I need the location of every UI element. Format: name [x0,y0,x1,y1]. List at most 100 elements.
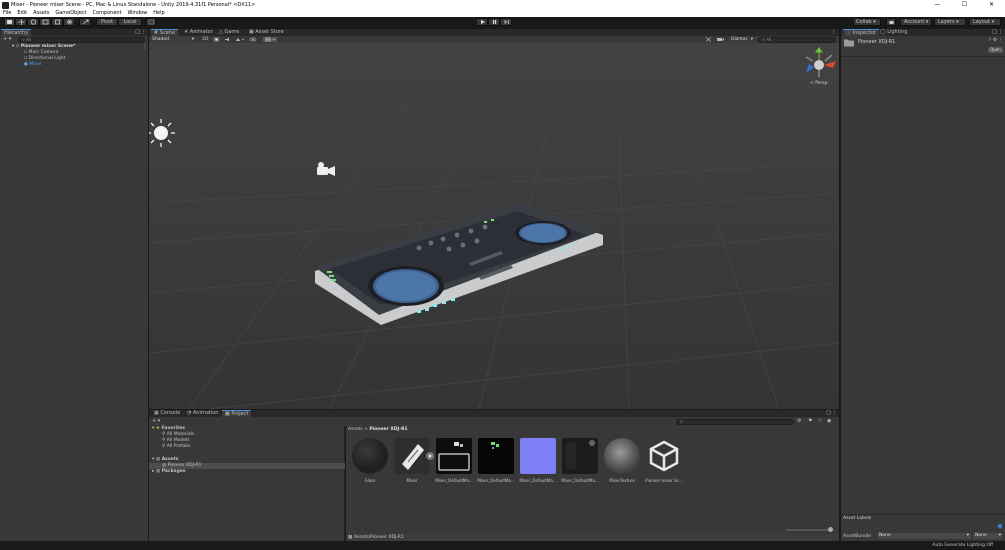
panel-menu-icon[interactable]: ⋮ [141,29,146,36]
orientation-gizmo[interactable] [805,46,836,77]
layers-dropdown[interactable]: Layers ▾ [934,18,966,26]
expand-arrow-icon[interactable]: ▸ [152,469,154,474]
custom-tool-button[interactable] [79,18,91,26]
expand-prefab-button[interactable] [426,452,434,460]
lock-icon[interactable]: □ [135,29,140,36]
scale-tool-button[interactable] [39,18,51,26]
asset-item[interactable]: Mixer_DefaultMa... [477,438,515,483]
favorite-star-icon[interactable]: ☆ [818,418,822,424]
menu-window[interactable]: Window [125,10,151,17]
collab-dropdown[interactable]: Collab ▾ [853,18,881,26]
tab-asset-store[interactable]: ▣ Asset Store [246,29,287,36]
maximize-button[interactable]: ☐ [951,0,978,10]
rotate-tool-button[interactable] [27,18,39,26]
rect-tool-button[interactable] [51,18,63,26]
expand-arrow-icon[interactable]: ▾ [152,426,154,431]
thumbnail-size-slider-handle[interactable] [828,527,833,532]
search-by-label-icon[interactable]: ⚑ [808,418,812,424]
create-dropdown[interactable]: + ▾ [3,36,11,43]
scene-search-input[interactable]: ⚲ All [758,36,836,43]
audio-toggle[interactable] [224,37,231,42]
move-tool-button[interactable] [15,18,27,26]
mixer-model[interactable] [315,203,603,325]
help-icon[interactable]: ? [989,38,991,43]
open-button[interactable]: Open [988,47,1003,53]
pause-button[interactable] [488,18,500,26]
tab-lighting[interactable]: ◯ Lighting [877,29,910,36]
hidden-objects-toggle[interactable] [249,37,261,42]
asset-item[interactable]: Mixer_DefaultMa... [435,438,473,483]
asset-item[interactable]: MixerTexture [603,438,641,483]
step-button[interactable] [500,18,512,26]
play-button[interactable] [476,18,488,26]
more-icon[interactable]: ⋮ [999,38,1004,43]
minimize-button[interactable]: — [924,0,951,10]
account-dropdown[interactable]: Account ▾ [900,18,932,26]
scene-viewport[interactable]: < Persp [149,43,839,409]
tools-settings-button[interactable] [705,37,713,42]
panel-menu-icon[interactable]: ⋮ [998,29,1003,36]
asset-item[interactable]: Pioneer mixer Sc... [645,438,683,483]
menu-file[interactable]: File [0,10,14,17]
menu-help[interactable]: Help [150,10,167,17]
tab-animation[interactable]: ◔ Animation [184,410,221,417]
menu-component[interactable]: Component [90,10,125,17]
assetbundle-variant-dropdown[interactable]: None ▾ [973,533,1003,539]
tab-scene[interactable]: # Scene [151,29,179,36]
effects-dropdown[interactable] [235,37,245,42]
transform-icon [66,19,72,25]
panel-menu-icon[interactable]: ⋮ [832,410,837,417]
hidden-packages-icon[interactable]: ◉ [827,418,831,424]
grid-snap-button[interactable] [146,18,156,26]
directional-light-gizmo[interactable] [149,119,175,147]
asset-item[interactable]: Mixer_DefaultMa... [519,438,557,483]
search-by-type-icon[interactable]: ⚙ [797,418,801,424]
lighting-toggle[interactable] [213,37,220,42]
scene-panel-menu-icon[interactable]: ⋮ [831,29,836,36]
hierarchy-item[interactable]: ● Mixer [24,62,42,68]
favorite-item[interactable]: ⚲ All Prefabs [162,444,190,450]
local-toggle[interactable]: Local [118,18,142,26]
cloud-button[interactable] [886,18,896,26]
asset-item[interactable]: Mixer [393,438,431,483]
layout-dropdown[interactable]: Layout ▾ [969,18,1001,26]
menu-gameobject[interactable]: GameObject [52,10,89,17]
expand-arrow-icon[interactable]: ▾ [12,44,14,49]
menu-assets[interactable]: Assets [30,10,52,17]
tab-game[interactable]: △ Game [216,29,242,36]
tab-inspector[interactable]: ⓘ Inspector [843,29,879,36]
camera-settings-dropdown[interactable] [716,37,728,42]
lock-icon[interactable]: □ [826,410,831,417]
menu-edit[interactable]: Edit [14,10,30,17]
close-button[interactable]: ✕ [978,0,1005,10]
breadcrumb-assets[interactable]: Assets [348,427,363,432]
tab-project[interactable]: ▩ Project [222,410,252,417]
tab-console[interactable]: ▦ Console [151,410,183,417]
tab-hierarchy[interactable]: Hierarchy [1,29,32,36]
project-folder-tree: ▾ ★ Favorites ⚲ All Materials ⚲ All Mode… [149,426,345,541]
tab-animator[interactable]: ✳ Animator [181,29,216,36]
expand-arrow-icon[interactable]: ▾ [152,457,154,462]
hand-tool-button[interactable] [4,18,15,26]
asset-item[interactable]: Glass [351,438,389,483]
hierarchy-search-input[interactable]: ⚲ All [18,36,145,43]
asset-item[interactable]: Mixer_DefaultMa... [561,438,599,483]
packages-folder[interactable]: ▸ ▩ Packages [152,469,186,475]
shading-mode-dropdown[interactable]: Shaded ▾ [150,36,196,43]
assetbundle-dropdown[interactable]: None ▾ [877,533,971,539]
gizmos-dropdown[interactable]: Gizmos ▾ [729,36,755,43]
breadcrumb-current[interactable]: Pioneer XDJ-R1 [369,427,407,432]
create-dropdown[interactable]: + ▾ [152,417,160,426]
grid-toggle[interactable] [263,37,277,42]
camera-gizmo[interactable] [317,162,335,176]
settings-icon[interactable]: ⚙ [993,38,997,43]
lock-icon[interactable]: □ [992,29,997,36]
2d-toggle[interactable]: 2D [202,36,208,43]
perspective-label[interactable]: < Persp [810,81,828,86]
project-search-input[interactable]: ⚲ [676,418,794,425]
thumbnail-size-slider[interactable] [786,529,832,531]
scene-menu-icon[interactable]: ⋮ [142,44,147,50]
pivot-toggle[interactable]: Pivot [96,18,118,26]
label-icon[interactable] [996,523,1003,530]
transform-tool-button[interactable] [63,18,75,26]
